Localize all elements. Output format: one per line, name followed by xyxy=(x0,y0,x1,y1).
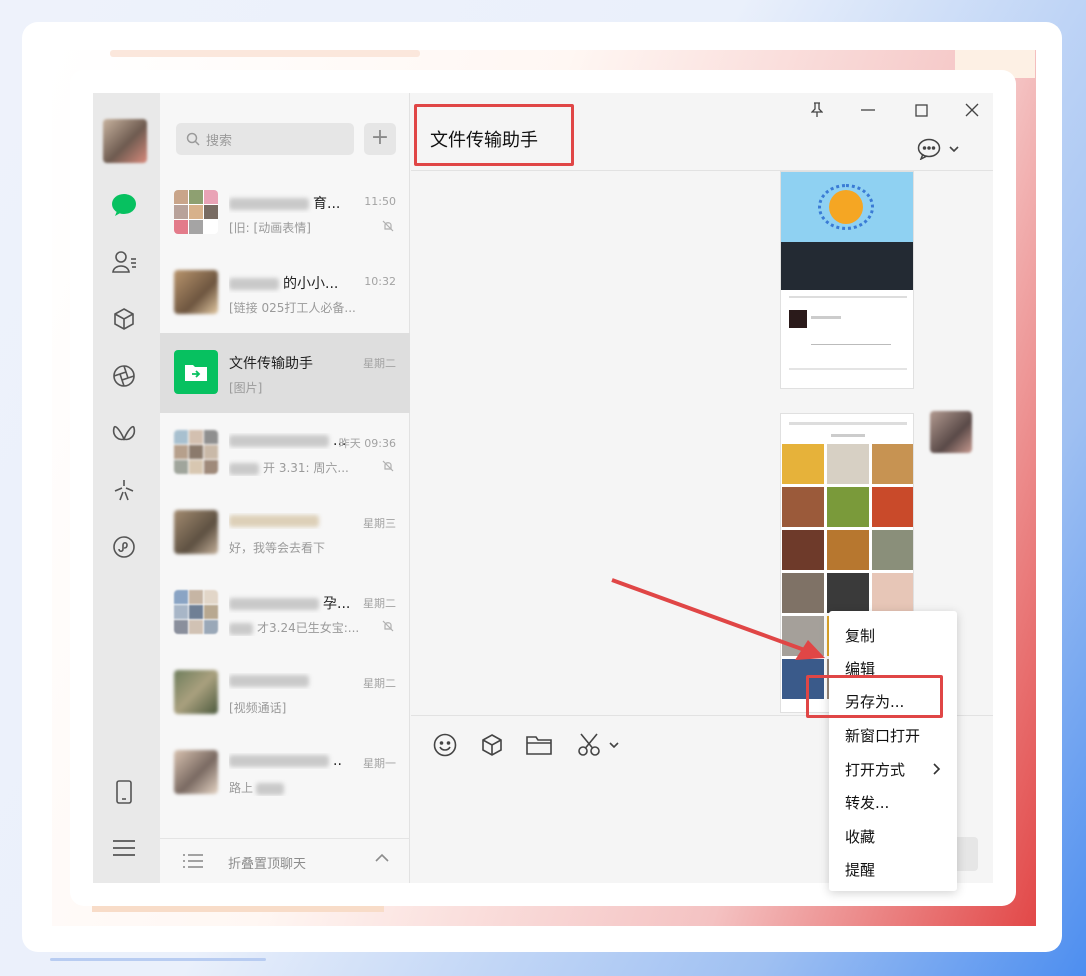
chat-name: .. xyxy=(333,753,342,769)
context-menu: 复制 编辑 另存为... 新窗口打开 打开方式 转发... 收藏 提醒 xyxy=(829,611,957,891)
chat-list-item[interactable]: 的小小... [链接 025打工人必备... 10:32 xyxy=(160,253,410,333)
chat-time: 昨天 09:36 xyxy=(338,437,396,450)
chevron-down-icon xyxy=(949,146,959,152)
emoji-icon[interactable] xyxy=(431,731,459,759)
decor-line xyxy=(110,50,420,57)
menu-item-open-with[interactable]: 打开方式 xyxy=(845,759,905,780)
moments-icon[interactable] xyxy=(110,362,138,390)
menu-item-favorite[interactable]: 收藏 xyxy=(845,826,875,847)
decor-line xyxy=(92,906,384,912)
chat-name: 的小小... xyxy=(283,276,339,292)
chat-preview: 路上 xyxy=(229,781,254,795)
chat-time: 10:32 xyxy=(364,275,396,288)
chat-header: 文件传输助手 xyxy=(411,93,993,171)
chat-list-item[interactable]: .. 路上 星期一 xyxy=(160,733,410,813)
group-avatar xyxy=(174,190,218,234)
chat-list-item[interactable]: 育... [旧: [动画表情] 11:50 xyxy=(160,173,410,253)
folder-icon xyxy=(185,365,207,381)
chat-time: 星期一 xyxy=(363,757,396,770)
chat-list-item[interactable]: 孕... 才3.24已生女宝:... 星期二 xyxy=(160,573,410,653)
chat-preview: 才3.24已生女宝:... xyxy=(257,621,360,635)
menu-item-forward[interactable]: 转发... xyxy=(845,792,889,813)
menu-item-copy[interactable]: 复制 xyxy=(845,625,875,646)
menu-icon[interactable] xyxy=(110,834,138,862)
search-input[interactable]: 搜索 xyxy=(176,123,354,155)
contact-avatar xyxy=(174,750,218,794)
folder-icon[interactable] xyxy=(525,731,553,759)
image-thumbnail xyxy=(781,172,913,242)
maximize-icon[interactable] xyxy=(909,99,933,121)
chat-time: 星期二 xyxy=(363,357,396,370)
contact-avatar xyxy=(174,510,218,554)
list-icon xyxy=(183,854,203,868)
chat-name: 育... xyxy=(313,196,341,212)
chat-list-item-file-transfer[interactable]: 文件传输助手 [图片] 星期二 xyxy=(160,333,410,413)
channels-icon[interactable] xyxy=(110,419,138,447)
chat-name: 孕... xyxy=(323,596,349,612)
chat-preview: [视频通话] xyxy=(229,701,287,715)
contact-avatar xyxy=(174,670,218,714)
chat-preview: 开 3.31: 周六... xyxy=(263,461,349,475)
search-icon xyxy=(186,132,200,146)
scissors-icon xyxy=(578,733,600,756)
close-icon[interactable] xyxy=(960,99,984,121)
fold-pinned-chats[interactable]: 折叠置顶聊天 xyxy=(160,838,410,883)
screenshot-button[interactable] xyxy=(573,731,623,759)
pin-icon[interactable] xyxy=(805,99,829,121)
chat-list-item[interactable]: 好，我等会去看下 星期三 xyxy=(160,493,410,573)
group-avatar xyxy=(174,430,218,474)
search-placeholder: 搜索 xyxy=(206,133,233,149)
chat-info-button[interactable] xyxy=(917,137,967,161)
chevron-right-icon xyxy=(933,763,941,775)
my-avatar[interactable] xyxy=(930,411,972,453)
decor-line xyxy=(50,958,266,961)
chat-time: 星期二 xyxy=(363,597,396,610)
contact-avatar xyxy=(174,270,218,314)
chat-name: 文件传输助手 xyxy=(229,356,313,372)
mini-programs-icon[interactable] xyxy=(110,533,138,561)
chat-preview: [链接 025打工人必备... xyxy=(229,301,356,315)
highlight-box-title xyxy=(414,104,574,166)
minimize-icon[interactable] xyxy=(856,99,880,121)
contacts-icon[interactable] xyxy=(110,248,138,276)
chat-list-item[interactable]: [视频通话] 星期二 xyxy=(160,653,410,733)
chat-list-panel: 搜索 + 育... [旧: [动画表情] 11:50 的小小... [链接 02… xyxy=(160,93,410,883)
chat-time: 11:50 xyxy=(364,195,396,208)
annotation-arrow xyxy=(611,578,825,660)
chat-preview: 好，我等会去看下 xyxy=(229,541,326,555)
chat-time: 星期二 xyxy=(363,677,396,690)
image-message[interactable] xyxy=(780,171,914,389)
fold-label: 折叠置顶聊天 xyxy=(228,857,307,872)
favorites-send-icon[interactable] xyxy=(478,731,506,759)
favorites-icon[interactable] xyxy=(110,305,138,333)
phone-icon[interactable] xyxy=(110,778,138,806)
mute-bell-icon xyxy=(382,220,394,232)
file-transfer-avatar xyxy=(174,350,218,394)
chat-time: 星期三 xyxy=(363,517,396,530)
chat-bubble-icon xyxy=(917,138,941,160)
chat-icon[interactable] xyxy=(110,191,138,219)
chat-preview: [旧: [动画表情] xyxy=(229,221,311,235)
menu-item-open-new-window[interactable]: 新窗口打开 xyxy=(845,725,920,746)
highlight-box-save-as xyxy=(806,675,943,718)
menu-item-remind[interactable]: 提醒 xyxy=(845,859,875,880)
chevron-up-icon xyxy=(375,853,389,862)
add-button[interactable]: + xyxy=(364,123,396,155)
nav-rail xyxy=(93,93,160,883)
chat-list-item[interactable]: ... 开 3.31: 周六... 昨天 09:36 xyxy=(160,413,410,493)
mute-bell-icon xyxy=(382,620,394,632)
user-avatar[interactable] xyxy=(103,119,147,163)
group-avatar xyxy=(174,590,218,634)
mute-bell-icon xyxy=(382,460,394,472)
chat-preview: [图片] xyxy=(229,381,263,395)
search-feature-icon[interactable] xyxy=(110,476,138,504)
chevron-down-icon xyxy=(609,742,619,748)
